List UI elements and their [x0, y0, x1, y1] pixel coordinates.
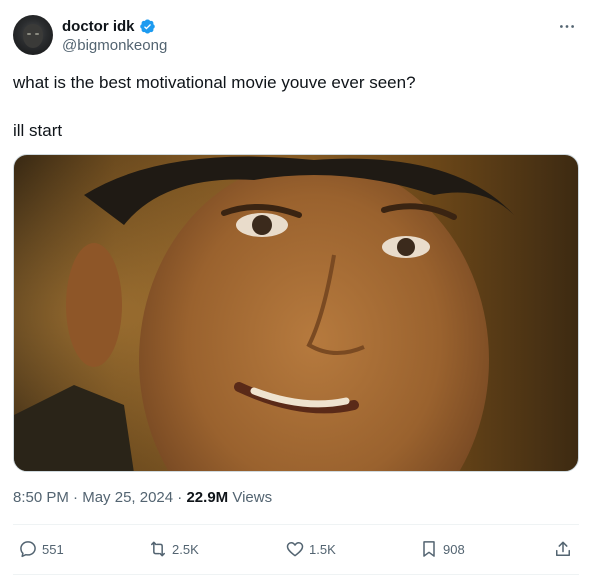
tweet-text: what is the best motivational movie youv… — [13, 71, 573, 167]
author-name-row: doctor idk — [62, 16, 156, 36]
like-button[interactable]: 1.5K — [285, 534, 336, 564]
share-button[interactable] — [553, 534, 573, 564]
share-icon — [556, 541, 570, 556]
views-count[interactable]: 22.9M — [186, 489, 228, 506]
avatar-eye — [35, 33, 39, 35]
like-count: 1.5K — [309, 541, 336, 557]
repost-button[interactable]: 2.5K — [148, 534, 199, 564]
tweet-text-line: ill start — [13, 121, 63, 140]
bookmark-count: 908 — [443, 541, 465, 557]
separator: · — [173, 489, 187, 506]
bookmark-button[interactable]: 908 — [419, 534, 465, 564]
tweet-text-line: what is the best motivational movie youv… — [13, 73, 416, 92]
avatar-face — [23, 24, 43, 48]
tweet-media-image[interactable] — [13, 154, 579, 472]
tweet-actions: 551 2.5K 1.5K 908 — [13, 534, 579, 564]
author-display-name[interactable]: doctor idk — [62, 18, 135, 35]
repost-icon — [151, 541, 165, 557]
avatar[interactable] — [13, 15, 53, 55]
tweet: doctor idk @bigmonkeong what is the best… — [0, 0, 594, 576]
views-label: Views — [228, 489, 273, 506]
avatar-eye — [27, 33, 31, 35]
tweet-timestamp-row: 8:50 PM · May 25, 2024 · 22.9M Views — [13, 489, 272, 506]
media-illustration — [14, 155, 578, 471]
verified-badge-icon[interactable] — [139, 18, 156, 35]
author-handle[interactable]: @bigmonkeong — [62, 37, 167, 54]
divider — [13, 574, 579, 575]
divider — [13, 524, 579, 525]
separator: · — [68, 489, 83, 506]
reply-count: 551 — [42, 541, 64, 557]
tweet-date[interactable]: May 25, 2024 — [82, 489, 173, 506]
bookmark-icon — [423, 541, 435, 557]
tweet-time[interactable]: 8:50 PM — [13, 489, 69, 506]
heart-icon — [286, 542, 304, 557]
reply-button[interactable]: 551 — [18, 534, 64, 564]
reply-icon — [20, 541, 36, 558]
more-options-icon[interactable] — [557, 18, 577, 34]
repost-count: 2.5K — [172, 541, 199, 557]
